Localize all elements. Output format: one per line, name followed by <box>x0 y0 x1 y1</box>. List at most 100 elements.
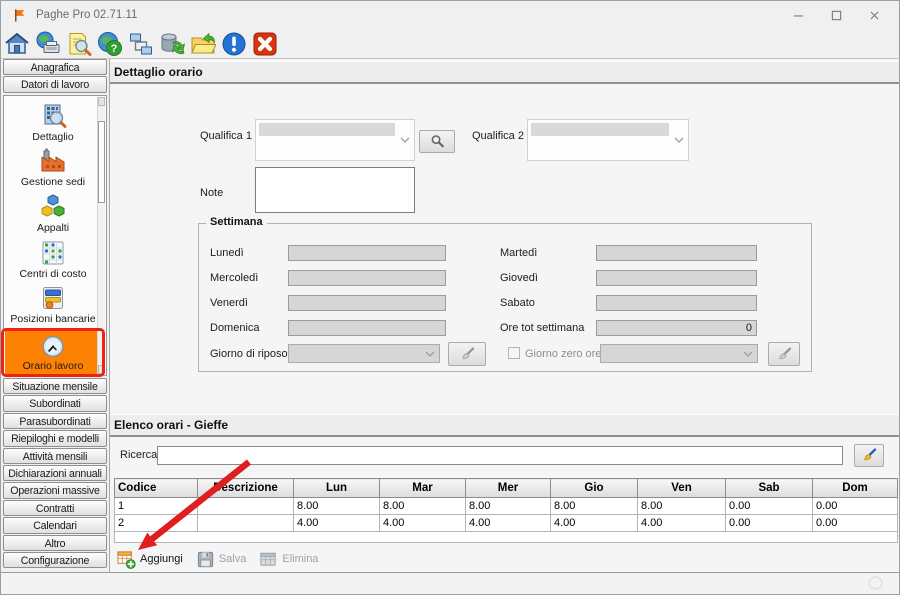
note-textarea[interactable] <box>255 167 415 213</box>
table-cell: 8.00 <box>380 498 466 515</box>
martedi-input <box>596 245 757 261</box>
table-cell: 4.00 <box>466 515 551 532</box>
column-header-dom[interactable]: Dom <box>813 479 898 498</box>
elimina-button: Elimina <box>256 548 321 571</box>
table-row[interactable]: 18.008.008.008.008.000.000.00 <box>115 498 898 515</box>
home-icon[interactable] <box>4 31 30 57</box>
search-input[interactable] <box>157 446 843 465</box>
sidebar-button-attivita-mensili[interactable]: Attività mensili <box>3 448 107 464</box>
sidebar-button-dichiarazioni-annuali[interactable]: Dichiarazioni annuali <box>3 465 107 481</box>
sidebar-button-operazioni-massive[interactable]: Operazioni massive <box>3 482 107 498</box>
mercoledi-input <box>288 270 446 286</box>
column-header-sab[interactable]: Sab <box>726 479 813 498</box>
giorno-zero-checkbox <box>508 347 520 359</box>
sidebar-button-anagrafica[interactable]: Anagrafica <box>3 59 107 75</box>
main-panel: Dettaglio orario Qualifica 1 Qualifica 2… <box>109 59 899 574</box>
table-cell <box>198 515 294 532</box>
aggiungi-button[interactable]: Aggiungi <box>114 548 186 571</box>
open-folder-icon[interactable] <box>190 31 216 57</box>
table-cell: 1 <box>115 498 198 515</box>
data-sync-icon[interactable] <box>159 31 185 57</box>
search-clear-button[interactable] <box>854 444 884 467</box>
close-button[interactable] <box>855 1 893 29</box>
sidebar-button-altro[interactable]: Altro <box>3 535 107 551</box>
qualifica1-label: Qualifica 1 <box>200 130 252 142</box>
sidebar-button-calendari[interactable]: Calendari <box>3 517 107 533</box>
column-header-codice[interactable]: Codice <box>115 479 198 498</box>
chevron-down-icon <box>743 351 753 357</box>
elenco-section-title: Elenco orari - Gieffe <box>114 418 228 432</box>
qualifica1-search-button[interactable] <box>419 130 455 153</box>
qualifica1-combobox[interactable] <box>255 119 415 161</box>
column-header-mar[interactable]: Mar <box>380 479 466 498</box>
action-label: Aggiungi <box>140 553 183 565</box>
save-icon <box>196 550 215 569</box>
maximize-button[interactable] <box>817 1 855 29</box>
web-help-icon[interactable]: ? <box>97 31 123 57</box>
scroll-down-icon[interactable] <box>98 365 105 374</box>
sidebar-item-orario-lavoro[interactable]: Orario lavoro <box>5 331 101 375</box>
sidebar-item-gestione-sedi[interactable]: Gestione sedi <box>5 147 101 188</box>
sidebar-scrollbar[interactable] <box>97 97 105 374</box>
chevron-down-icon[interactable] <box>400 137 410 143</box>
column-header-ven[interactable]: Ven <box>638 479 726 498</box>
sidebar-button-contratti[interactable]: Contratti <box>3 500 107 516</box>
column-header-lun[interactable]: Lun <box>294 479 380 498</box>
sidebar-item-dettaglio[interactable]: Dettaglio <box>5 102 101 143</box>
sidebar-item-label: Appalti <box>37 222 69 234</box>
brush-icon <box>459 346 476 363</box>
sidebar-button-configurazione[interactable]: Configurazione <box>3 552 107 568</box>
window-title: Paghe Pro 02.71.11 <box>36 9 137 21</box>
network-icon[interactable] <box>128 31 154 57</box>
exit-icon[interactable] <box>252 31 278 57</box>
factory-icon <box>39 147 67 175</box>
scroll-up-icon[interactable] <box>98 97 105 106</box>
print-world-icon[interactable] <box>35 31 61 57</box>
sidebar-nav-panel: DettaglioGestione sedi Appalti Centri di c… <box>3 95 107 376</box>
info-icon[interactable] <box>221 31 247 57</box>
minimize-button[interactable] <box>779 1 817 29</box>
cost-grid-icon <box>39 239 67 267</box>
giorno-riposo-clear-button <box>448 342 486 366</box>
table-cell: 2 <box>115 515 198 532</box>
table-add-icon <box>117 550 136 569</box>
column-header-descrizione[interactable]: Descrizione <box>198 479 294 498</box>
action-label: Salva <box>219 553 247 565</box>
sidebar-bottom-buttons: Situazione mensileSubordinati Parasubordi… <box>3 378 107 569</box>
search-label: Ricerca <box>120 449 157 461</box>
sidebar-button-riepiloghi-e-modelli[interactable]: Riepiloghi e modelli <box>3 430 107 446</box>
table-row[interactable]: 24.004.004.004.004.000.000.00 <box>115 515 898 532</box>
sidebar-button-datori-di-lavoro[interactable]: Datori di lavoro <box>3 76 107 92</box>
column-header-mer[interactable]: Mer <box>466 479 551 498</box>
column-header-gio[interactable]: Gio <box>551 479 638 498</box>
sidebar-item-centri-di-costo[interactable]: Centri di costo <box>5 239 101 280</box>
building-search-icon <box>39 102 67 130</box>
ore-tot-input: 0 <box>596 320 757 336</box>
bank-card-icon <box>39 284 67 312</box>
giorno-zero-label: Giorno zero ore <box>525 348 601 360</box>
svg-text:?: ? <box>111 43 118 55</box>
mercoledi-label: Mercoledì <box>210 272 258 284</box>
table-cell: 8.00 <box>294 498 380 515</box>
qualifica2-combobox[interactable] <box>527 119 689 161</box>
sidebar-button-situazione-mensile[interactable]: Situazione mensile <box>3 378 107 394</box>
chevron-down-icon[interactable] <box>674 137 684 143</box>
detail-section-header: Dettaglio orario <box>110 61 899 84</box>
table-cell: 8.00 <box>466 498 551 515</box>
window-controls <box>779 1 893 29</box>
elenco-section-header: Elenco orari - Gieffe <box>110 414 899 437</box>
clock-icon <box>41 335 65 359</box>
sidebar-item-appalti[interactable]: Appalti <box>5 193 101 234</box>
table-cell: 0.00 <box>813 498 898 515</box>
sidebar-button-parasubordinati[interactable]: Parasubordinati <box>3 413 107 429</box>
qualifica2-label: Qualifica 2 <box>472 130 524 142</box>
sidebar-item-posizioni-bancarie[interactable]: Posizioni bancarie <box>5 284 101 325</box>
action-label: Elimina <box>282 553 318 565</box>
sidebar-button-subordinati[interactable]: Subordinati <box>3 395 107 411</box>
detail-section-title: Dettaglio orario <box>114 65 203 79</box>
table-cell: 4.00 <box>380 515 466 532</box>
table-delete-icon <box>259 550 278 569</box>
main-toolbar: ? <box>1 29 899 58</box>
scrollbar-thumb[interactable] <box>98 121 105 203</box>
document-search-icon[interactable] <box>66 31 92 57</box>
